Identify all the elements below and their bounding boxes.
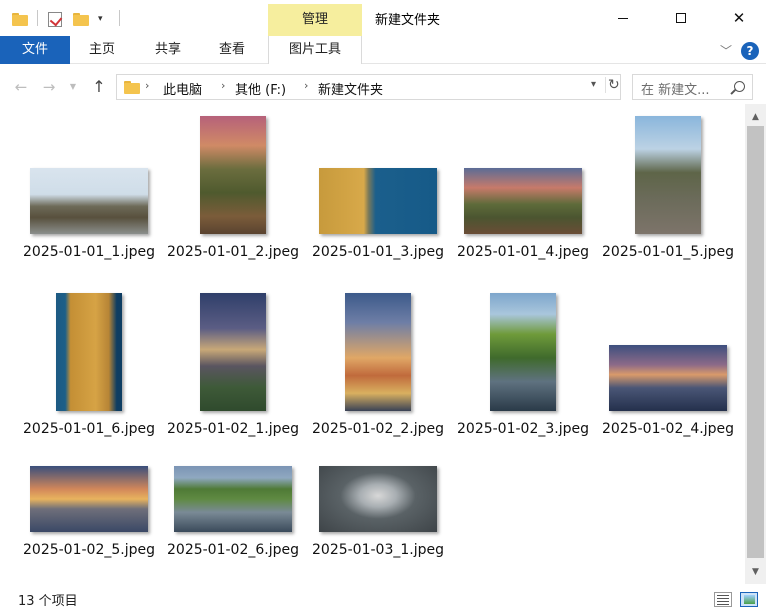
breadcrumb-current-folder[interactable]: 新建文件夹 <box>318 79 383 98</box>
quick-access-divider <box>37 10 38 26</box>
file-item[interactable]: 2025-01-01_5.jpeg <box>599 110 737 280</box>
breadcrumb-separator-icon[interactable]: › <box>304 79 308 92</box>
file-name-label: 2025-01-02_4.jpeg <box>602 421 734 437</box>
scroll-up-arrow-icon[interactable]: ▲ <box>745 109 766 126</box>
breadcrumb-separator-icon[interactable]: › <box>145 79 149 92</box>
quick-access-divider <box>119 10 120 26</box>
file-item[interactable]: 2025-01-03_1.jpeg <box>309 424 447 594</box>
minimize-button[interactable] <box>594 0 652 36</box>
breadcrumb-drive[interactable]: 其他 (F:) <box>235 79 286 98</box>
image-thumbnail <box>490 293 556 411</box>
new-folder-icon[interactable] <box>73 9 89 29</box>
file-item[interactable]: 2025-01-01_2.jpeg <box>164 110 302 280</box>
tab-share[interactable]: 共享 <box>138 36 198 64</box>
image-thumbnail <box>609 345 727 411</box>
file-name-label: 2025-01-01_4.jpeg <box>457 244 589 260</box>
file-item[interactable]: 2025-01-01_4.jpeg <box>454 110 592 280</box>
address-dropdown-icon[interactable]: ▾ <box>591 79 596 90</box>
file-item[interactable]: 2025-01-02_3.jpeg <box>454 287 592 457</box>
window-title: 新建文件夹 <box>375 13 441 28</box>
vertical-scrollbar[interactable]: ▲ ▼ <box>745 104 766 584</box>
file-name-label: 2025-01-01_2.jpeg <box>167 244 299 260</box>
search-icon[interactable] <box>734 81 745 92</box>
file-item[interactable]: 2025-01-02_6.jpeg <box>164 424 302 594</box>
image-thumbnail <box>345 293 411 411</box>
image-thumbnail <box>200 116 266 234</box>
large-icons-view-icon[interactable] <box>740 592 758 607</box>
details-view-icon[interactable] <box>714 592 732 607</box>
close-icon: ✕ <box>732 8 746 27</box>
folder-icon <box>124 81 140 94</box>
address-bar[interactable]: › 此电脑 › 其他 (F:) › 新建文件夹 ▾ ↻ <box>116 74 621 100</box>
recent-locations-icon[interactable]: ▼ <box>66 76 80 98</box>
manage-context-tab-header: 管理 <box>268 4 362 36</box>
item-count: 13 个项目 <box>18 594 78 609</box>
breadcrumb-separator-icon[interactable]: › <box>221 79 225 92</box>
maximize-icon <box>676 13 686 23</box>
customize-quick-access-icon[interactable]: ▾ <box>98 9 103 29</box>
file-item[interactable]: 2025-01-02_5.jpeg <box>20 424 158 594</box>
image-thumbnail <box>464 168 582 234</box>
file-name-label: 2025-01-01_3.jpeg <box>312 244 444 260</box>
file-name-label: 2025-01-02_5.jpeg <box>23 542 155 558</box>
breadcrumb-this-pc[interactable]: 此电脑 <box>163 79 202 98</box>
image-thumbnail <box>174 466 292 532</box>
file-list: 2025-01-01_1.jpeg 2025-01-01_2.jpeg 2025… <box>0 104 745 584</box>
file-name-label: 2025-01-02_6.jpeg <box>167 542 299 558</box>
minimize-icon <box>618 17 628 19</box>
up-arrow-icon[interactable]: ↑ <box>88 76 110 98</box>
image-thumbnail <box>319 168 437 234</box>
close-button[interactable]: ✕ <box>710 0 766 36</box>
file-item[interactable]: 2025-01-01_1.jpeg <box>20 110 158 280</box>
refresh-icon[interactable]: ↻ <box>605 77 621 93</box>
tab-home[interactable]: 主页 <box>72 36 132 64</box>
navigation-bar: ← → ▼ ↑ › 此电脑 › 其他 (F:) › 新建文件夹 ▾ ↻ 在 新建… <box>0 72 766 102</box>
help-button[interactable]: ? <box>741 42 759 60</box>
image-thumbnail <box>56 293 122 411</box>
file-name-label: 2025-01-01_1.jpeg <box>23 244 155 260</box>
image-thumbnail <box>200 293 266 411</box>
search-box[interactable]: 在 新建文... <box>632 74 753 100</box>
search-placeholder: 在 新建文... <box>641 83 710 98</box>
scrollbar-thumb[interactable] <box>747 126 764 558</box>
file-name-label: 2025-01-01_5.jpeg <box>602 244 734 260</box>
tab-view[interactable]: 查看 <box>202 36 262 64</box>
file-item[interactable]: 2025-01-02_4.jpeg <box>599 287 737 457</box>
ribbon-tabs: 文件 主页 共享 查看 图片工具 ﹀ <box>0 36 766 64</box>
expand-ribbon-icon[interactable]: ﹀ <box>720 42 732 59</box>
back-arrow-icon[interactable]: ← <box>10 76 32 98</box>
tab-picture-tools[interactable]: 图片工具 <box>268 36 362 64</box>
file-name-label: 2025-01-03_1.jpeg <box>312 542 444 558</box>
forward-arrow-icon[interactable]: → <box>38 76 60 98</box>
title-bar: ▾ 管理 新建文件夹 ✕ <box>0 0 766 36</box>
image-thumbnail <box>635 116 701 234</box>
scroll-down-arrow-icon[interactable]: ▼ <box>745 564 766 581</box>
status-bar: 13 个项目 <box>0 586 766 614</box>
image-thumbnail <box>30 466 148 532</box>
tab-file[interactable]: 文件 <box>0 36 70 64</box>
properties-icon[interactable] <box>48 9 62 29</box>
maximize-button[interactable] <box>652 0 710 36</box>
file-name-label: 2025-01-02_3.jpeg <box>457 421 589 437</box>
image-thumbnail <box>30 168 148 234</box>
image-thumbnail <box>319 466 437 532</box>
folder-icon <box>12 9 28 29</box>
file-item[interactable]: 2025-01-01_3.jpeg <box>309 110 447 280</box>
